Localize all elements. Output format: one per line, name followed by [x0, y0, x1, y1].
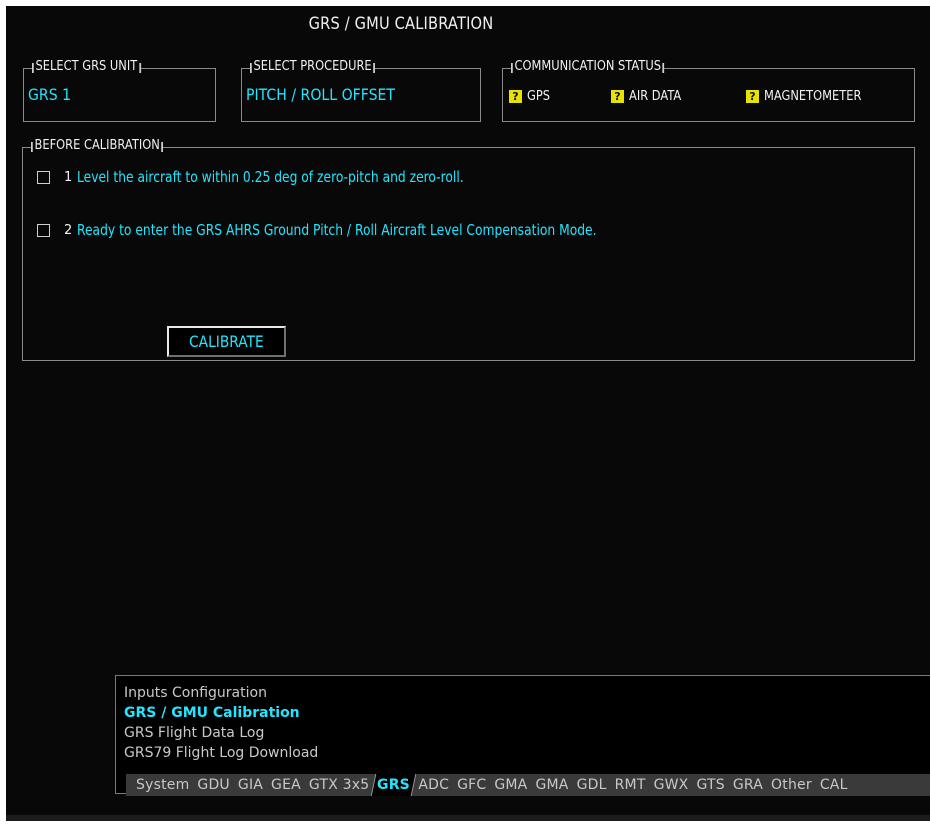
question-icon: ? — [746, 90, 759, 103]
step-2-number: 2 — [64, 222, 73, 238]
calibrate-button[interactable]: CALIBRATE — [167, 326, 286, 357]
menu-item-grs79-flight-log-download[interactable]: GRS79 Flight Log Download — [124, 745, 318, 761]
before-calibration-legend: BEFORE CALIBRATION — [31, 138, 164, 153]
calibrate-button-label: CALIBRATE — [189, 332, 264, 351]
tab-gtx-3x5[interactable]: GTX 3x5 — [305, 777, 373, 793]
tab-gma[interactable]: GMA — [490, 777, 531, 793]
step-2: 2 Ready to enter the GRS AHRS Ground Pit… — [37, 221, 711, 239]
step-1-text: Level the aircraft to within 0.25 deg of… — [77, 168, 464, 186]
before-calibration-group: BEFORE CALIBRATION 1 Level the aircraft … — [22, 138, 915, 361]
page-title: GRS / GMU CALIBRATION — [308, 14, 494, 34]
tab-rmt[interactable]: RMT — [611, 777, 650, 793]
step-1-number: 1 — [64, 169, 73, 185]
tab-gia[interactable]: GIA — [234, 777, 267, 793]
select-procedure-legend: SELECT PROCEDURE — [250, 59, 376, 74]
gps-status-label: GPS — [527, 89, 551, 104]
tab-gts[interactable]: GTS — [692, 777, 728, 793]
select-grs-unit-legend: SELECT GRS UNIT — [32, 59, 141, 74]
communication-status-legend: COMMUNICATION STATUS — [511, 59, 665, 74]
tab-grs-label: GRS — [377, 777, 411, 793]
tab-grs[interactable]: GRS — [371, 774, 417, 796]
lru-tab-bar: System GDU GIA GEA GTX 3x5 GRS ADC GFC G… — [126, 774, 930, 796]
tab-gwx[interactable]: GWX — [650, 777, 693, 793]
tab-gma-2[interactable]: GMA — [531, 777, 572, 793]
magnetometer-status: ? MAGNETOMETER — [746, 89, 875, 104]
tab-adc[interactable]: ADC — [414, 777, 453, 793]
question-icon: ? — [509, 90, 522, 103]
step-2-text: Ready to enter the GRS AHRS Ground Pitch… — [77, 221, 597, 239]
select-grs-unit-group: SELECT GRS UNIT GRS 1 — [23, 59, 216, 122]
step-1: 1 Level the aircraft to within 0.25 deg … — [37, 168, 549, 186]
step-2-checkbox[interactable] — [37, 223, 50, 237]
tab-gfc[interactable]: GFC — [453, 777, 490, 793]
menu-item-inputs-configuration[interactable]: Inputs Configuration — [124, 685, 267, 701]
bottom-strip — [6, 815, 930, 821]
communication-status-group: COMMUNICATION STATUS ? GPS ? AIR DATA ? … — [502, 59, 915, 122]
gps-status: ? GPS — [509, 89, 553, 104]
menu-item-grs-gmu-calibration[interactable]: GRS / GMU Calibration — [124, 705, 300, 721]
magnetometer-status-label: MAGNETOMETER — [764, 89, 862, 104]
page-menu: Inputs Configuration GRS / GMU Calibrati… — [115, 675, 930, 796]
select-procedure-group: SELECT PROCEDURE PITCH / ROLL OFFSET — [241, 59, 481, 122]
tab-other[interactable]: Other — [767, 777, 816, 793]
grs-unit-select[interactable]: GRS 1 — [28, 85, 71, 104]
tab-system[interactable]: System — [132, 777, 193, 793]
tab-gea[interactable]: GEA — [267, 777, 305, 793]
menu-item-grs-flight-data-log[interactable]: GRS Flight Data Log — [124, 725, 264, 741]
calibration-screen: GRS / GMU CALIBRATION SELECT GRS UNIT GR… — [6, 6, 930, 821]
step-1-checkbox[interactable] — [37, 170, 50, 184]
tab-gdl[interactable]: GDL — [573, 777, 611, 793]
procedure-select[interactable]: PITCH / ROLL OFFSET — [246, 85, 395, 104]
tab-gra[interactable]: GRA — [729, 777, 767, 793]
question-icon: ? — [611, 90, 624, 103]
air-data-status-label: AIR DATA — [629, 89, 682, 104]
tab-gdu[interactable]: GDU — [193, 777, 233, 793]
tab-cal[interactable]: CAL — [816, 777, 852, 793]
air-data-status: ? AIR DATA — [611, 89, 688, 104]
